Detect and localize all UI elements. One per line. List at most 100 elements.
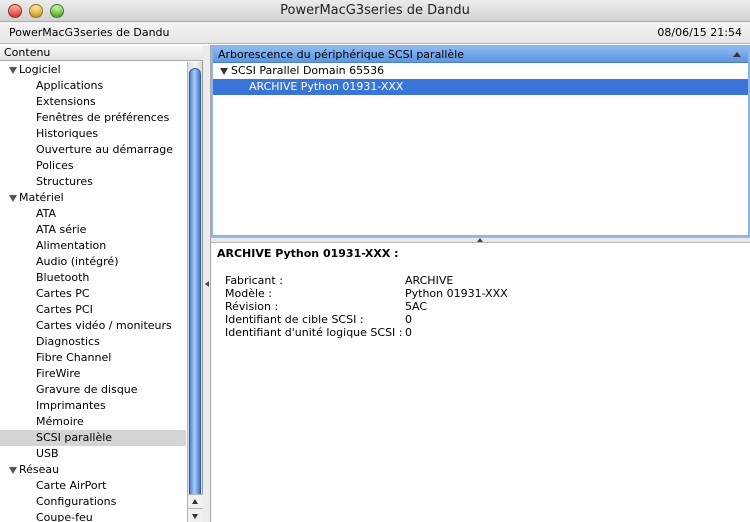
device-tree-header[interactable]: Arborescence du périphérique SCSI parall…	[213, 47, 748, 63]
sidebar-item-label: Mémoire	[36, 415, 84, 428]
property-row: Identifiant d'unité logique SCSI :0	[225, 326, 625, 339]
machine-name: PowerMacG3series de Dandu	[9, 26, 170, 39]
sidebar-header[interactable]: Contenu	[0, 45, 203, 61]
sidebar-item[interactable]: USB	[0, 446, 186, 462]
sidebar-item[interactable]: ATA série	[0, 222, 186, 238]
sidebar-item-label: ATA	[36, 207, 57, 220]
sidebar-item[interactable]: ATA	[0, 206, 186, 222]
sidebar-item-label: ATA série	[36, 223, 87, 236]
sort-ascending-icon	[733, 52, 741, 57]
device-tree-header-label: Arborescence du périphérique SCSI parall…	[218, 48, 465, 61]
sidebar-item-label: Structures	[36, 175, 93, 188]
sidebar-item[interactable]: Cartes PC	[0, 286, 186, 302]
info-bar: PowerMacG3series de Dandu 08/06/15 21:54	[0, 22, 750, 44]
scroll-up-button[interactable]	[188, 494, 203, 508]
sidebar-item[interactable]: Carte AirPort	[0, 478, 186, 494]
sidebar-item-label: Cartes PCI	[36, 303, 93, 316]
sidebar-group-label: Matériel	[19, 191, 64, 204]
tree-row-domain[interactable]: SCSI Parallel Domain 65536	[213, 63, 748, 79]
sidebar-item[interactable]: Audio (intégré)	[0, 254, 186, 270]
sidebar-item[interactable]: Diagnostics	[0, 334, 186, 350]
sidebar-item[interactable]: Ouverture au démarrage	[0, 142, 186, 158]
scroll-down-button[interactable]	[188, 508, 203, 522]
device-label: ARCHIVE Python 01931-XXX	[249, 80, 404, 93]
contents-sidebar: Contenu Logiciel Applications Extensions Fe…	[0, 45, 203, 522]
sidebar-item-label: Cartes PC	[36, 287, 90, 300]
disclosure-triangle-icon[interactable]	[9, 195, 17, 202]
sidebar-tree: Logiciel Applications Extensions Fenêtres d…	[0, 62, 186, 522]
collapse-left-icon	[205, 281, 209, 287]
sidebar-item[interactable]: Applications	[0, 78, 186, 94]
domain-label: SCSI Parallel Domain 65536	[231, 64, 385, 77]
arrow-up-icon	[192, 499, 198, 504]
sidebar-item-label: Imprimantes	[36, 399, 106, 412]
detail-title: ARCHIVE Python 01931-XXX :	[217, 247, 399, 260]
title-bar: PowerMacG3series de Dandu	[0, 0, 750, 22]
sidebar-item-label: FireWire	[36, 367, 81, 380]
property-value: 0	[405, 313, 412, 326]
property-row: Fabricant : ARCHIVE	[225, 274, 625, 287]
property-list: Fabricant : ARCHIVE Modèle : Python 01931-X…	[225, 274, 625, 339]
sidebar-item[interactable]: Historiques	[0, 126, 186, 142]
sidebar-item[interactable]: Fibre Channel	[0, 350, 186, 366]
sidebar-item-label: Applications	[36, 79, 104, 92]
property-value: Python 01931-XXX	[405, 287, 508, 300]
sidebar-item-label: Fenêtres de préférences	[36, 111, 170, 124]
sidebar-item[interactable]: Extensions	[0, 94, 186, 110]
pane-splitter[interactable]	[203, 45, 211, 522]
sidebar-item[interactable]: Imprimantes	[0, 398, 186, 414]
property-row: Modèle : Python 01931-XXX	[225, 287, 625, 300]
sidebar-item[interactable]: Bluetooth	[0, 270, 186, 286]
sidebar-scrollbar[interactable]	[187, 62, 203, 522]
sidebar-item[interactable]: FireWire	[0, 366, 186, 382]
sidebar-item-label: Gravure de disque	[36, 383, 138, 396]
property-key: Fabricant :	[225, 274, 283, 287]
sidebar-item[interactable]: Polices	[0, 158, 186, 174]
sidebar-group-label: Logiciel	[19, 63, 61, 76]
property-value: 5AC	[405, 300, 428, 313]
sidebar-item[interactable]: SCSI parallèle	[0, 430, 186, 446]
tree-row-device[interactable]: ARCHIVE Python 01931-XXX	[213, 79, 748, 95]
device-tree-pane: Arborescence du périphérique SCSI parall…	[211, 45, 750, 237]
property-key: Identifiant de cible SCSI :	[225, 313, 364, 326]
sidebar-item-label: Polices	[36, 159, 74, 172]
sidebar-item-label: Bluetooth	[36, 271, 90, 284]
disclosure-triangle-icon[interactable]	[220, 68, 228, 75]
sidebar-item-label: Ouverture au démarrage	[36, 143, 174, 156]
sidebar-item[interactable]: Cartes PCI	[0, 302, 186, 318]
detail-pane: ARCHIVE Python 01931-XXX : Fabricant : AR…	[211, 243, 750, 522]
sidebar-group[interactable]: Réseau	[0, 462, 186, 478]
sidebar-item-label: Diagnostics	[36, 335, 100, 348]
arrow-down-icon	[192, 514, 198, 519]
property-row: Révision : 5AC	[225, 300, 625, 313]
property-row: Identifiant de cible SCSI : 0	[225, 313, 625, 326]
date-time: 08/06/15 21:54	[657, 26, 742, 39]
sidebar-item-label: Configurations	[36, 495, 117, 508]
sidebar-group[interactable]: Matériel	[0, 190, 186, 206]
disclosure-triangle-icon[interactable]	[9, 467, 17, 474]
property-value: ARCHIVE	[405, 274, 454, 287]
sidebar-item[interactable]: Alimentation	[0, 238, 186, 254]
sidebar-item[interactable]: Fenêtres de préférences	[0, 110, 186, 126]
sidebar-item[interactable]: Configurations	[0, 494, 186, 510]
property-value: 0	[405, 326, 412, 339]
sidebar-item[interactable]: Mémoire	[0, 414, 186, 430]
sidebar-item-label: Alimentation	[36, 239, 107, 252]
sidebar-group[interactable]: Logiciel	[0, 62, 186, 78]
sidebar-item[interactable]: Gravure de disque	[0, 382, 186, 398]
sidebar-group-label: Réseau	[19, 463, 60, 476]
sidebar-item-label: Coupe-feu	[36, 511, 93, 522]
disclosure-triangle-icon[interactable]	[9, 67, 17, 74]
sidebar-item[interactable]: Structures	[0, 174, 186, 190]
scroll-thumb[interactable]	[189, 68, 201, 516]
property-key: Modèle :	[225, 287, 272, 300]
window-title: PowerMacG3series de Dandu	[280, 3, 470, 18]
property-key: Identifiant d'unité logique SCSI :	[225, 326, 403, 339]
sidebar-item-label: Audio (intégré)	[36, 255, 119, 268]
property-key: Révision :	[225, 300, 279, 313]
sidebar-item[interactable]: Coupe-feu	[0, 510, 186, 522]
sidebar-item-label: Historiques	[36, 127, 99, 140]
sidebar-item[interactable]: Cartes vidéo / moniteurs	[0, 318, 186, 334]
sidebar-item-label: Fibre Channel	[36, 351, 112, 364]
sidebar-item-label: Cartes vidéo / moniteurs	[36, 319, 172, 332]
